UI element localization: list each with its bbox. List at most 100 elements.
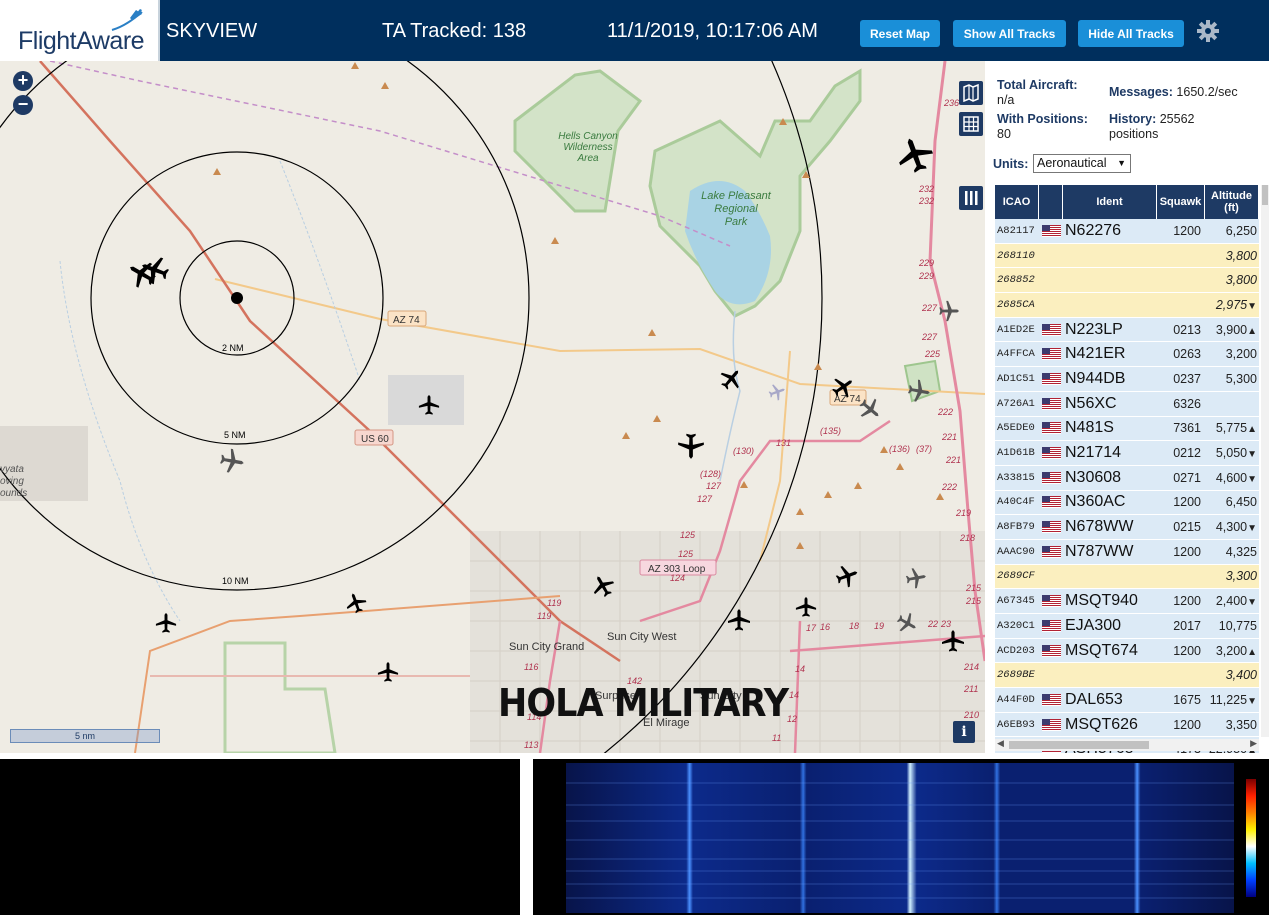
scroll-thumb[interactable]	[1009, 741, 1149, 749]
cell-altitude: 3,800	[1205, 249, 1259, 263]
route-number: 119	[547, 598, 561, 608]
cell-flag	[1039, 471, 1063, 484]
airplane-icon[interactable]	[678, 433, 704, 459]
scroll-thumb[interactable]	[1262, 185, 1268, 205]
airplane-icon[interactable]	[715, 363, 747, 395]
column-header-flag[interactable]	[1039, 185, 1063, 219]
airplane-icon[interactable]	[766, 381, 788, 403]
column-header-icao[interactable]: ICAO	[995, 185, 1039, 219]
airplane-icon[interactable]	[218, 447, 246, 475]
gear-icon[interactable]	[1196, 19, 1220, 43]
table-row[interactable]: A82117 N62276 1200 6,250	[995, 219, 1259, 244]
hide-all-tracks-button[interactable]: Hide All Tracks	[1078, 20, 1184, 47]
units-select[interactable]: Aeronautical ▼	[1033, 154, 1131, 173]
table-row[interactable]: 268852 3,800	[995, 268, 1259, 294]
chevron-down-icon: ▼	[1117, 158, 1126, 168]
cell-flag	[1039, 422, 1063, 435]
table-row[interactable]: A726A1 N56XC 6326	[995, 391, 1259, 417]
cell-icao: A33815	[997, 471, 1035, 484]
cell-icao: A320C1	[997, 619, 1035, 632]
airplane-icon[interactable]	[892, 132, 938, 177]
airplane-icon[interactable]	[377, 661, 399, 682]
cell-flag	[1039, 718, 1063, 731]
route-number: 225	[924, 349, 941, 359]
columns-toggle-button[interactable]	[959, 186, 983, 210]
table-row[interactable]: 268110 3,800	[995, 243, 1259, 269]
reset-map-button[interactable]: Reset Map	[860, 20, 940, 47]
table-row[interactable]: A6EB93 MSQT626 1200 3,350	[995, 712, 1259, 738]
cell-flag	[1039, 595, 1063, 608]
altitude-value: 3,900	[1215, 322, 1248, 337]
us-flag-icon	[1041, 447, 1061, 460]
route-number: 232	[918, 184, 934, 194]
table-row[interactable]: 2689CF 3,300	[995, 564, 1259, 590]
column-header-ident[interactable]: Ident	[1063, 185, 1157, 219]
table-row[interactable]: A40C4F N360AC 1200 6,450	[995, 490, 1259, 516]
scroll-right-icon[interactable]: ▶	[1250, 738, 1257, 749]
table-row[interactable]: A4FFCA N421ER 0263 3,200	[995, 342, 1259, 368]
cell-squawk: 0263	[1173, 347, 1201, 362]
show-all-tracks-button[interactable]: Show All Tracks	[953, 20, 1066, 47]
flightaware-logo[interactable]: FlightAware	[0, 0, 160, 61]
map-grid-button[interactable]	[959, 112, 983, 136]
cell-squawk: 7361	[1173, 421, 1201, 436]
table-row[interactable]: AD1C51 N944DB 0237 5,300	[995, 367, 1259, 392]
column-header-squawk[interactable]: Squawk	[1157, 185, 1205, 219]
table-row[interactable]: A67345 MSQT940 1200 2,400▼	[995, 589, 1259, 614]
column-header-altitude[interactable]: Altitude (ft)	[1205, 185, 1259, 219]
cell-ident: MSQT940	[1065, 592, 1138, 610]
cell-icao: A726A1	[997, 397, 1035, 410]
route-number: (37)	[916, 444, 932, 454]
cell-altitude: 3,400	[1205, 668, 1259, 682]
table-row[interactable]: A1D61B N21714 0212 5,050▼	[995, 441, 1259, 466]
cell-altitude: 5,775▲	[1205, 421, 1259, 435]
table-row[interactable]: A5EDE0 N481S 7361 5,775▲	[995, 416, 1259, 442]
table-row[interactable]: A33815 N30608 0271 4,600▼	[995, 465, 1259, 491]
ring-label-2nm: 2 NM	[222, 343, 244, 353]
table-row[interactable]: A8FB79 N678WW 0215 4,300▼	[995, 515, 1259, 540]
map-canvas[interactable]: 2 NM 5 NM 10 NM Hells Canyon Wilderness …	[0, 61, 985, 753]
route-number: 219	[955, 508, 971, 518]
table-row[interactable]: ACD203 MSQT674 1200 3,200▲	[995, 638, 1259, 664]
vertical-scrollbar[interactable]	[1261, 185, 1269, 737]
route-number: 17	[806, 623, 817, 633]
table-row[interactable]: 2685CA 2,975▼	[995, 293, 1259, 318]
road	[759, 350, 791, 562]
place-label: Hells Canyon	[558, 131, 618, 142]
table-header: ICAO Ident Squawk Altitude (ft)	[995, 185, 1259, 219]
map-view[interactable]: 2 NM 5 NM 10 NM Hells Canyon Wilderness …	[0, 61, 985, 753]
cell-icao: 2685CA	[997, 298, 1035, 311]
map-layers-button[interactable]	[959, 81, 983, 105]
table-row[interactable]: A1ED2E N223LP 0213 3,900▲	[995, 317, 1259, 343]
airplane-icon[interactable]	[939, 300, 960, 322]
info-button[interactable]: i	[953, 721, 975, 743]
county-boundary	[49, 61, 731, 247]
us-flag-icon	[1041, 693, 1061, 706]
us-flag-icon	[1041, 471, 1061, 484]
altitude-value: 6,250	[1225, 223, 1257, 238]
aircraft-layer-faint[interactable]	[766, 381, 788, 403]
cell-ident: MSQT674	[1065, 641, 1138, 659]
table-row[interactable]: A44F0D DAL653 1675 11,225▼	[995, 688, 1259, 713]
columns-icon	[965, 191, 978, 205]
altitude-value: 3,350	[1225, 717, 1257, 732]
cell-altitude: 2,975▼	[1205, 298, 1259, 312]
route-number: 229	[918, 271, 934, 281]
zoom-out-button[interactable]: −	[13, 95, 33, 115]
scroll-left-icon[interactable]: ◀	[997, 738, 1004, 749]
cell-altitude: 3,900▲	[1205, 323, 1259, 337]
total-aircraft-value: n/a	[997, 93, 1015, 107]
horizontal-scrollbar[interactable]: ◀ ▶	[995, 738, 1259, 751]
cell-ident: DAL653	[1065, 690, 1123, 708]
grid-icon	[963, 116, 979, 132]
us-flag-icon	[1041, 718, 1061, 731]
cell-altitude: 5,300	[1205, 372, 1259, 386]
us-flag-icon	[1041, 224, 1061, 237]
zoom-in-button[interactable]: +	[13, 71, 33, 91]
table-row[interactable]: 2689BE 3,400	[995, 663, 1259, 689]
cell-altitude: 6,450	[1205, 495, 1259, 509]
table-row[interactable]: AAAC90 N787WW 1200 4,325	[995, 539, 1259, 565]
table-row[interactable]: A320C1 EJA300 2017 10,775	[995, 614, 1259, 639]
route-number: 14	[795, 664, 805, 674]
airplane-icon[interactable]	[155, 612, 177, 633]
